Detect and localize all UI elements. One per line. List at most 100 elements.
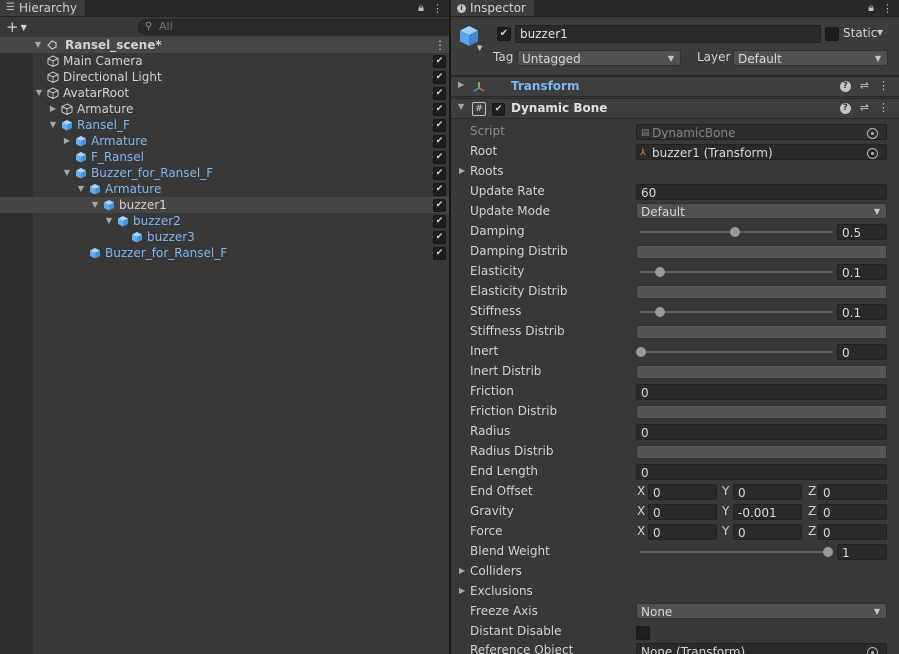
update-mode-dropdown[interactable]: Default ▼: [636, 203, 887, 219]
inspector-tab[interactable]: i Inspector: [451, 0, 534, 16]
transform-component-header[interactable]: ▶ Transform ? ⇌ ⋮: [451, 76, 899, 97]
fold-collapsed-icon[interactable]: ▶: [459, 586, 465, 595]
fold-collapsed-icon[interactable]: ▶: [459, 166, 465, 175]
object-name-field[interactable]: buzzer1: [515, 25, 821, 43]
prop-roots[interactable]: ▶ Roots: [451, 162, 899, 182]
hierarchy-row[interactable]: ▼ Armature ✔: [0, 181, 449, 197]
hierarchy-row[interactable]: Buzzer_for_Ransel_F ✔: [0, 245, 449, 261]
create-button[interactable]: + ▼: [6, 17, 27, 37]
visibility-checkbox[interactable]: ✔: [433, 231, 446, 244]
visibility-checkbox[interactable]: ✔: [433, 103, 446, 116]
fold-expanded-icon[interactable]: ▼: [458, 102, 464, 111]
component-menu-icon[interactable]: ⋮: [878, 79, 889, 92]
freeze-axis-dropdown[interactable]: None ▼: [636, 603, 887, 619]
help-icon[interactable]: ?: [839, 81, 851, 92]
inert-slider-track[interactable]: [640, 351, 833, 353]
hierarchy-row[interactable]: ▼ buzzer2 ✔: [0, 213, 449, 229]
kebab-menu-icon[interactable]: ⋮: [432, 2, 443, 15]
radius-field[interactable]: 0: [636, 424, 887, 440]
hierarchy-search-input[interactable]: ⚲ All: [138, 19, 449, 35]
fold-expanded-icon[interactable]: ▼: [90, 197, 100, 213]
radius-distrib-curve[interactable]: [636, 445, 887, 459]
component-enabled-checkbox[interactable]: ✔: [492, 103, 505, 116]
active-checkbox[interactable]: ✔: [497, 27, 511, 41]
fold-expanded-icon[interactable]: ▼: [34, 85, 44, 101]
hierarchy-tab[interactable]: ☰ Hierarchy: [0, 0, 85, 16]
object-picker-icon[interactable]: [867, 148, 878, 159]
hierarchy-row[interactable]: ▶ Armature ✔: [0, 133, 449, 149]
blend-weight-slider-track[interactable]: [640, 551, 833, 553]
visibility-checkbox[interactable]: ✔: [433, 183, 446, 196]
visibility-checkbox[interactable]: ✔: [433, 247, 446, 260]
hierarchy-row[interactable]: ▶ Armature ✔: [0, 101, 449, 117]
scene-row[interactable]: ▼ Ransel_scene* ⋮: [0, 37, 449, 53]
end-offset-y-field[interactable]: 0: [733, 484, 802, 500]
end-offset-x-field[interactable]: 0: [648, 484, 717, 500]
lock-icon[interactable]: 🔒︎: [868, 1, 874, 15]
update-rate-field[interactable]: 60: [636, 184, 887, 200]
static-dropdown-arrow[interactable]: ▼: [877, 28, 883, 37]
end-length-field[interactable]: 0: [636, 464, 887, 480]
component-menu-icon[interactable]: ⋮: [878, 101, 889, 114]
blend-weight-slider-knob[interactable]: [823, 547, 833, 557]
fold-expanded-icon[interactable]: ▼: [62, 165, 72, 181]
stiffness-slider-track[interactable]: [640, 311, 833, 313]
fold-collapsed-icon[interactable]: ▶: [62, 133, 72, 149]
damping-slider-knob[interactable]: [730, 227, 740, 237]
inert-slider-knob[interactable]: [636, 347, 646, 357]
inert-distrib-curve[interactable]: [636, 365, 887, 379]
distant-disable-checkbox[interactable]: [636, 626, 650, 640]
object-picker-icon[interactable]: [867, 647, 878, 654]
visibility-checkbox[interactable]: ✔: [433, 151, 446, 164]
fold-collapsed-icon[interactable]: ▶: [459, 566, 465, 575]
root-field[interactable]: ⅄ buzzer1 (Transform): [636, 144, 887, 160]
hierarchy-row[interactable]: ▼ Buzzer_for_Ransel_F ✔: [0, 165, 449, 181]
scene-menu-icon[interactable]: ⋮: [434, 37, 446, 53]
hierarchy-row[interactable]: ▼ buzzer1 ✔: [0, 197, 449, 213]
fold-expanded-icon[interactable]: ▼: [33, 37, 43, 53]
stiffness-distrib-curve[interactable]: [636, 325, 887, 339]
damping-field[interactable]: 0.5: [837, 224, 887, 240]
visibility-checkbox[interactable]: ✔: [433, 71, 446, 84]
fold-expanded-icon[interactable]: ▼: [104, 213, 114, 229]
force-y-field[interactable]: 0: [733, 524, 802, 540]
reference-object-field[interactable]: None (Transform): [636, 643, 887, 654]
fold-collapsed-icon[interactable]: ▶: [48, 101, 58, 117]
prop-exclusions[interactable]: ▶ Exclusions: [451, 582, 899, 602]
preset-sliders-icon[interactable]: ⇌: [860, 79, 869, 92]
stiffness-field[interactable]: 0.1: [837, 304, 887, 320]
hierarchy-row[interactable]: Main Camera ✔: [0, 53, 449, 69]
hierarchy-row[interactable]: F_Ransel ✔: [0, 149, 449, 165]
help-icon[interactable]: ?: [839, 103, 851, 114]
force-x-field[interactable]: 0: [648, 524, 717, 540]
visibility-checkbox[interactable]: ✔: [433, 55, 446, 68]
friction-field[interactable]: 0: [636, 384, 887, 400]
gravity-z-field[interactable]: 0: [818, 504, 887, 520]
hierarchy-row[interactable]: ▼ AvatarRoot ✔: [0, 85, 449, 101]
lock-icon[interactable]: 🔒︎: [418, 1, 424, 15]
gravity-x-field[interactable]: 0: [648, 504, 717, 520]
elasticity-slider-track[interactable]: [640, 271, 833, 273]
elasticity-distrib-curve[interactable]: [636, 285, 887, 299]
visibility-checkbox[interactable]: ✔: [433, 135, 446, 148]
static-checkbox[interactable]: [825, 27, 839, 41]
fold-expanded-icon[interactable]: ▼: [48, 117, 58, 133]
elasticity-field[interactable]: 0.1: [837, 264, 887, 280]
elasticity-slider-knob[interactable]: [655, 267, 665, 277]
visibility-checkbox[interactable]: ✔: [433, 167, 446, 180]
visibility-checkbox[interactable]: ✔: [433, 215, 446, 228]
hierarchy-row[interactable]: ▼ Ransel_F ✔: [0, 117, 449, 133]
fold-collapsed-icon[interactable]: ▶: [458, 80, 464, 89]
kebab-menu-icon[interactable]: ⋮: [882, 2, 893, 15]
hierarchy-row[interactable]: buzzer3 ✔: [0, 229, 449, 245]
stiffness-slider-knob[interactable]: [655, 307, 665, 317]
layer-dropdown[interactable]: Default ▼: [733, 50, 888, 66]
force-z-field[interactable]: 0: [818, 524, 887, 540]
tag-dropdown[interactable]: Untagged ▼: [517, 50, 681, 66]
preset-sliders-icon[interactable]: ⇌: [860, 101, 869, 114]
friction-distrib-curve[interactable]: [636, 405, 887, 419]
fold-expanded-icon[interactable]: ▼: [76, 181, 86, 197]
blend-weight-field[interactable]: 1: [837, 544, 887, 560]
dynamic-bone-component-header[interactable]: ▼ # ✔ Dynamic Bone ? ⇌ ⋮: [451, 98, 899, 119]
prop-colliders[interactable]: ▶ Colliders: [451, 562, 899, 582]
